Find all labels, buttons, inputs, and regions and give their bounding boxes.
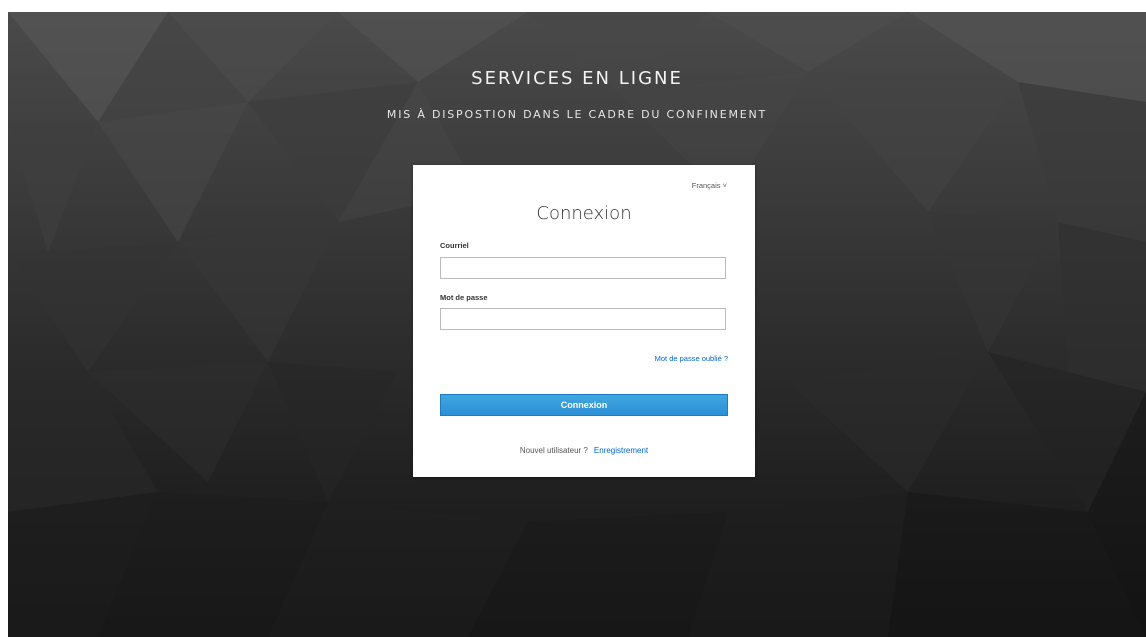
password-field[interactable]: [440, 308, 726, 330]
login-title: Connexion: [536, 203, 632, 224]
site-title: SERVICES EN LIGNE: [471, 68, 683, 89]
email-label: Courriel: [440, 241, 469, 250]
login-button[interactable]: Connexion: [440, 394, 728, 416]
forgot-password-link[interactable]: Mot de passe oublié ?: [655, 354, 728, 363]
site-subtitle: MIS À DISPOSTION DANS LE CADRE DU CONFIN…: [386, 108, 768, 121]
register-link[interactable]: Enregistrement: [594, 446, 648, 455]
language-selector[interactable]: Français ˅: [692, 181, 727, 190]
register-row: Nouvel utilisateur ? Enregistrement: [413, 446, 755, 455]
password-label: Mot de passe: [440, 293, 488, 302]
login-card: Français ˅ Connexion Courriel Mot de pas…: [413, 165, 755, 477]
new-user-text: Nouvel utilisateur ?: [519, 446, 588, 455]
email-field[interactable]: [440, 257, 726, 279]
login-page-background: SERVICES EN LIGNE MIS À DISPOSTION DANS …: [8, 12, 1146, 637]
